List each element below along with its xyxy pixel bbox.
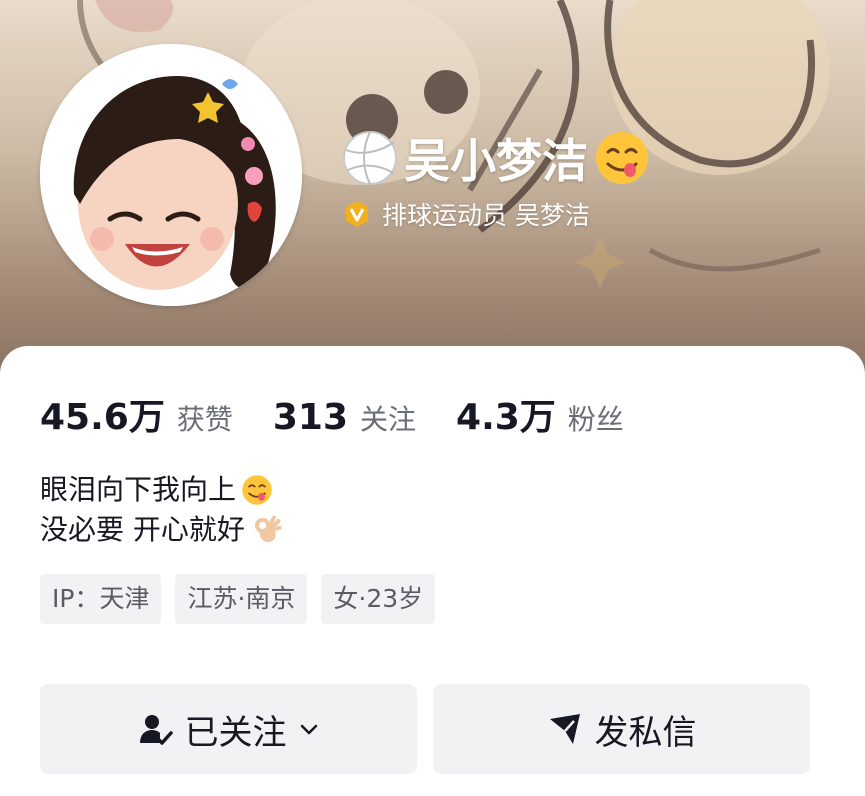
- avatar[interactable]: [40, 44, 302, 306]
- volleyball-icon: [340, 128, 400, 188]
- verified-badge-icon: [346, 201, 368, 227]
- following-count[interactable]: 313: [273, 397, 348, 438]
- person-check-icon: [139, 715, 173, 745]
- stats-row: 45.6万 获赞 313 关注 4.3万 粉丝: [40, 388, 664, 440]
- profile-header-banner: 吴小梦洁 排球运动员 吴梦洁: [0, 0, 865, 380]
- following-button-label: 已关注: [184, 712, 287, 753]
- action-buttons: 已关注 发私信: [40, 684, 826, 774]
- bio: 眼泪向下我向上 没必要 开心就好: [40, 470, 283, 550]
- ok-hand-emoji: [254, 515, 282, 543]
- yum-face-emoji: [242, 475, 272, 505]
- likes-count[interactable]: 45.6万: [40, 388, 165, 440]
- yum-face-emoji: [592, 128, 652, 188]
- paper-plane-icon: [549, 714, 580, 744]
- followers-label[interactable]: 粉丝: [568, 398, 624, 438]
- bio-line-2: 没必要 开心就好: [40, 510, 283, 550]
- send-message-button[interactable]: 发私信: [433, 684, 810, 774]
- followers-count[interactable]: 4.3万: [456, 388, 556, 440]
- chevron-down-icon: [300, 724, 317, 735]
- send-message-label: 发私信: [594, 712, 697, 753]
- name-row: 吴小梦洁: [340, 128, 652, 188]
- bio-line-1: 眼泪向下我向上: [40, 470, 283, 510]
- tag-location: 江苏·南京: [175, 574, 308, 624]
- tag-ip-location: IP：天津: [40, 574, 162, 624]
- verification-text: 排球运动员 吴梦洁: [382, 201, 590, 230]
- following-button[interactable]: 已关注: [40, 684, 417, 774]
- verification-row: 排球运动员 吴梦洁: [342, 196, 590, 232]
- profile-name: 吴小梦洁: [404, 134, 588, 188]
- profile-tags: IP：天津 江苏·南京 女·23岁: [40, 574, 449, 624]
- bio-line-1-text: 眼泪向下我向上: [40, 473, 237, 506]
- tag-gender-age: 女·23岁: [321, 574, 436, 624]
- likes-label[interactable]: 获赞: [177, 398, 233, 438]
- bio-line-2-text: 没必要 开心就好: [40, 513, 245, 546]
- following-label[interactable]: 关注: [360, 398, 416, 438]
